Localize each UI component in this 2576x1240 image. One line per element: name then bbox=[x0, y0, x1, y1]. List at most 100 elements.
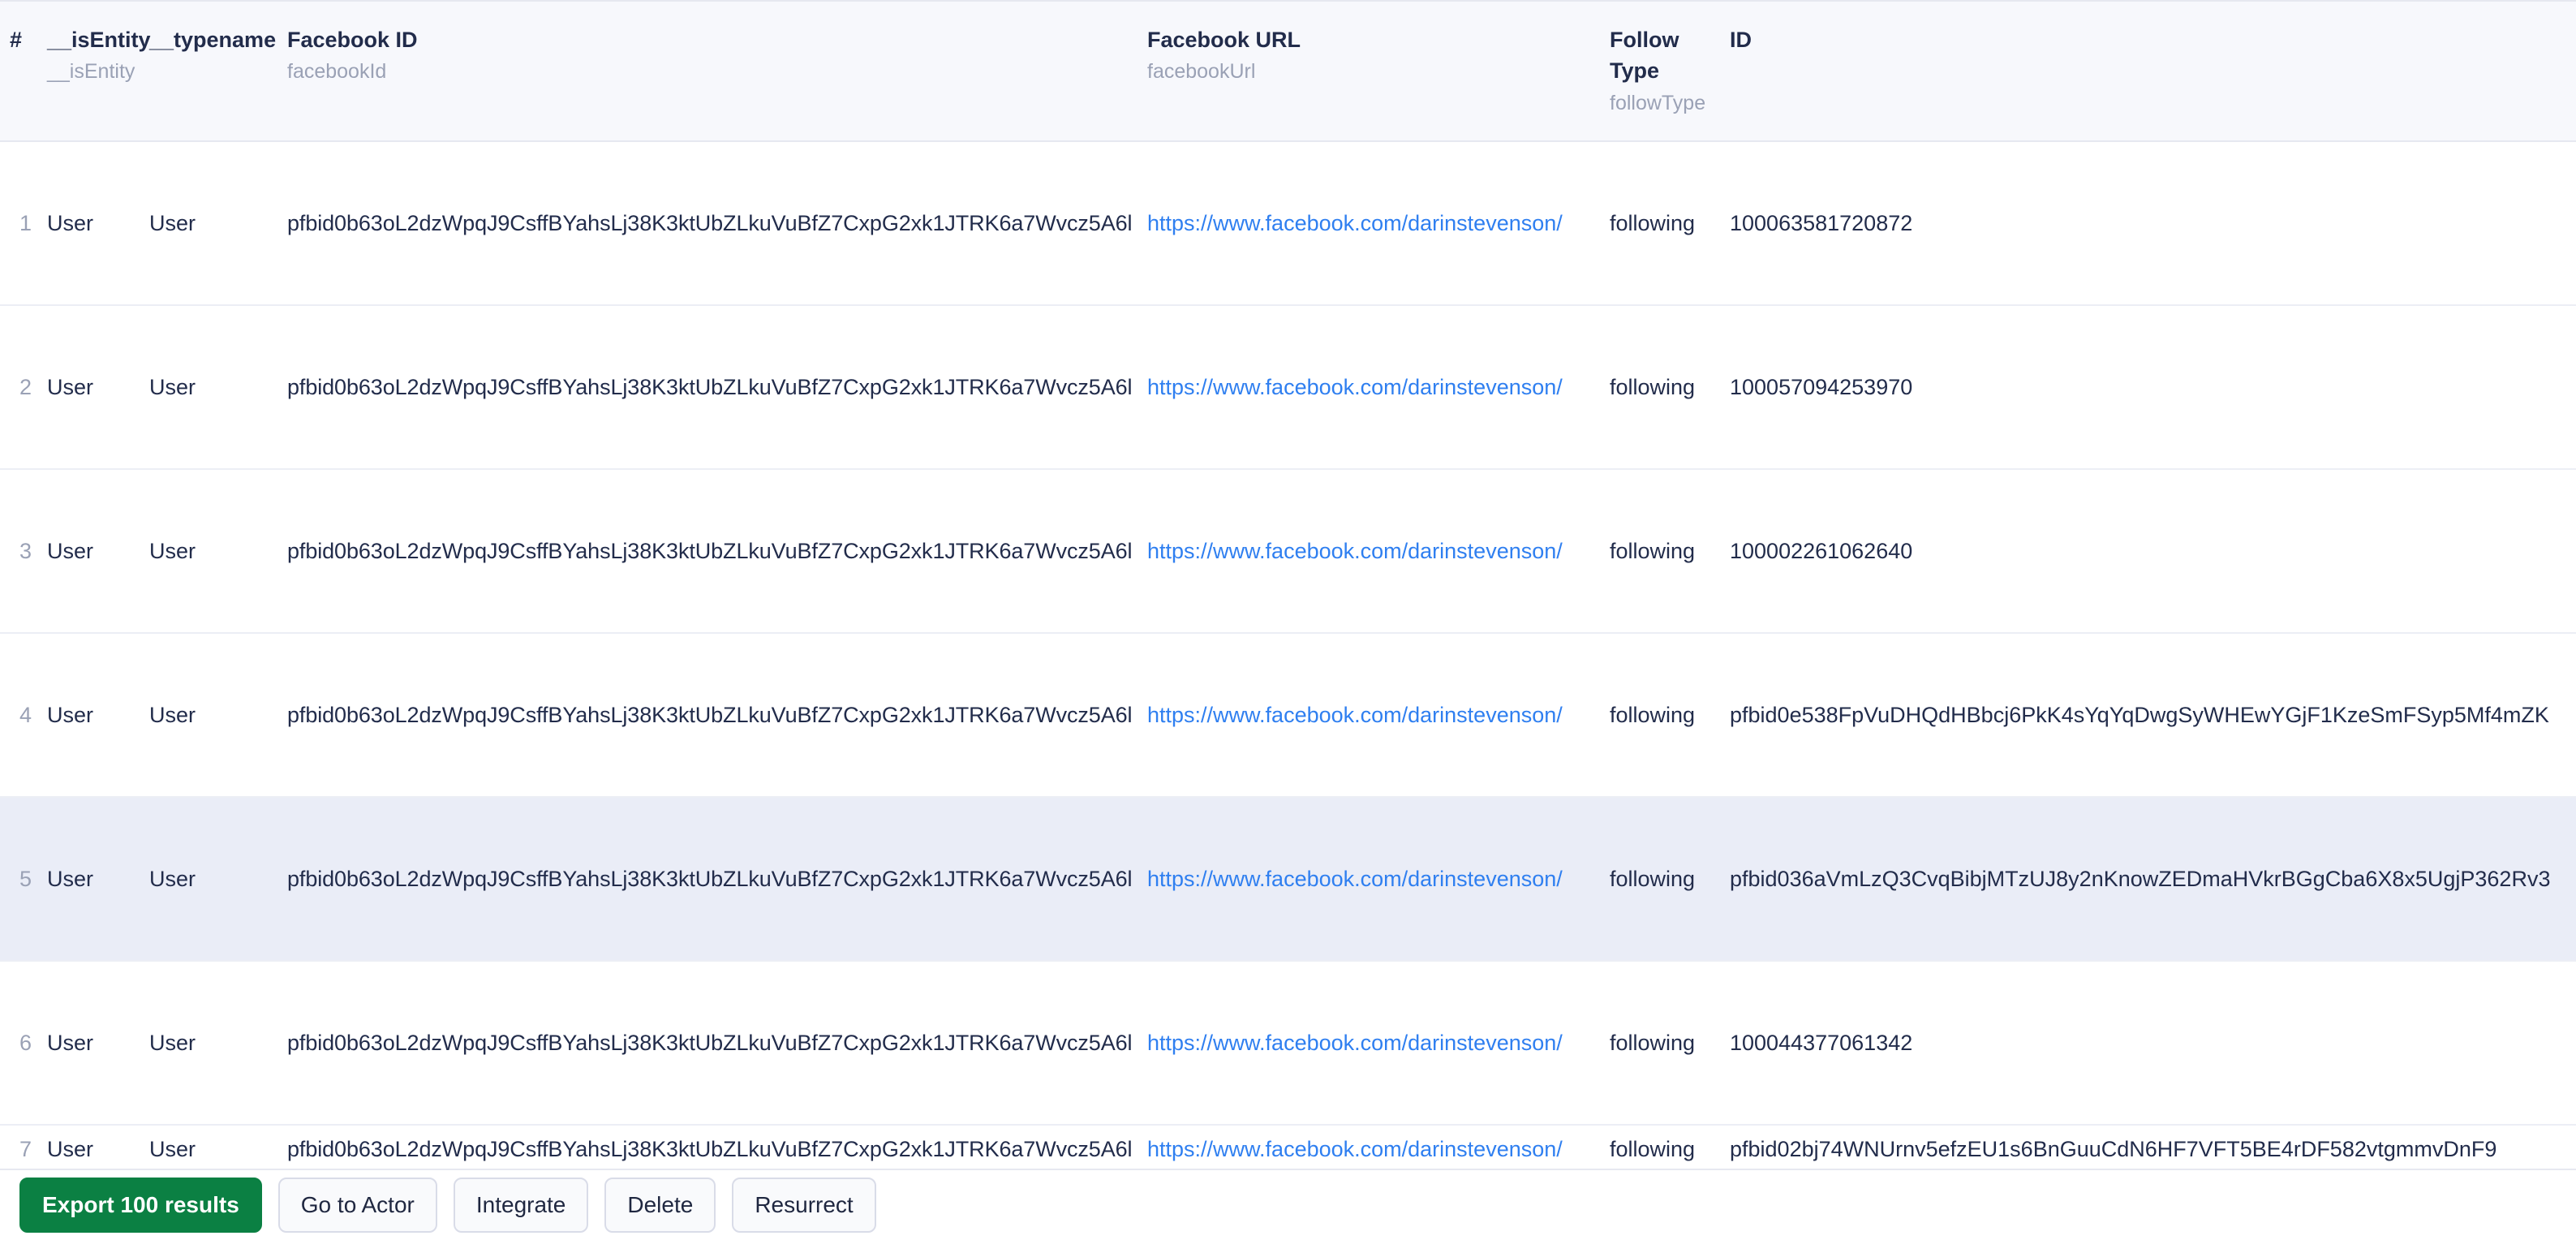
cell-id: 100063581720872 bbox=[1720, 141, 2576, 307]
column-header-facebook-url-field: facebookUrl bbox=[1147, 60, 1256, 84]
table-row[interactable]: 3 User User pfbid0b63oL2dzWpqJ9CsffBYahsLj3… bbox=[0, 469, 2576, 635]
actions-toolbar: Export 100 results Go to Actor Integrate De… bbox=[0, 1169, 2576, 1240]
results-table-page: # __isEntity __isEntity __typename Faceb… bbox=[0, 0, 2576, 1240]
cell-typename-text: User bbox=[149, 702, 196, 727]
cell-id-text: 100044377061342 bbox=[1730, 1030, 1913, 1055]
cell-index: 6 bbox=[0, 961, 37, 1126]
cell-facebook-id-text: pfbid0b63oL2dzWpqJ9CsffBYahsLj38K3ktUbZL… bbox=[287, 538, 1133, 563]
results-table-scroll-area[interactable]: # __isEntity __isEntity __typename Faceb… bbox=[0, 0, 2576, 1169]
column-header-id-label: ID bbox=[1730, 28, 1752, 52]
export-results-button[interactable]: Export 100 results bbox=[19, 1178, 262, 1233]
column-header-index[interactable]: # bbox=[0, 0, 37, 143]
cell-is-entity: User bbox=[37, 305, 140, 471]
cell-follow-type: following bbox=[1600, 797, 1720, 962]
column-header-is-entity[interactable]: __isEntity __isEntity bbox=[37, 0, 151, 143]
cell-index: 1 bbox=[0, 141, 37, 307]
facebook-url-link[interactable]: https://www.facebook.com/darinstevenson/ bbox=[1147, 375, 1563, 399]
cell-is-entity-text: User bbox=[47, 1136, 94, 1161]
integrate-button[interactable]: Integrate bbox=[453, 1178, 589, 1233]
column-header-follow-type[interactable]: Follow Type followType bbox=[1600, 0, 1720, 143]
cell-index-text: 7 bbox=[19, 1136, 32, 1161]
resurrect-button[interactable]: Resurrect bbox=[732, 1178, 876, 1233]
cell-typename: User bbox=[140, 797, 277, 962]
cell-follow-type: following bbox=[1600, 1125, 1720, 1169]
cell-is-entity: User bbox=[37, 1125, 140, 1169]
cell-is-entity: User bbox=[37, 797, 140, 962]
cell-typename-text: User bbox=[149, 1136, 196, 1161]
cell-index-text: 6 bbox=[19, 1030, 32, 1055]
cell-index: 4 bbox=[0, 633, 37, 799]
cell-is-entity-text: User bbox=[47, 702, 94, 727]
cell-is-entity: User bbox=[37, 469, 140, 635]
cell-facebook-id: pfbid0b63oL2dzWpqJ9CsffBYahsLj38K3ktUbZL… bbox=[277, 469, 1137, 635]
table-row[interactable]: 6 User User pfbid0b63oL2dzWpqJ9CsffBYahsLj3… bbox=[0, 961, 2576, 1126]
cell-facebook-id-text: pfbid0b63oL2dzWpqJ9CsffBYahsLj38K3ktUbZL… bbox=[287, 866, 1133, 891]
cell-is-entity-text: User bbox=[47, 1030, 94, 1055]
cell-follow-type: following bbox=[1600, 141, 1720, 307]
table-row[interactable]: 1 User User pfbid0b63oL2dzWpqJ9CsffBYahsLj3… bbox=[0, 141, 2576, 307]
cell-typename-text: User bbox=[149, 1030, 196, 1055]
cell-follow-type-text: following bbox=[1610, 866, 1696, 891]
cell-is-entity: User bbox=[37, 141, 140, 307]
column-header-follow-type-label: Follow Type bbox=[1610, 28, 1679, 84]
table-row[interactable]: 5 User User pfbid0b63oL2dzWpqJ9CsffBYahsLj3… bbox=[0, 797, 2576, 962]
facebook-url-link[interactable]: https://www.facebook.com/darinstevenson/ bbox=[1147, 539, 1563, 563]
cell-index-text: 4 bbox=[19, 702, 32, 727]
cell-follow-type-text: following bbox=[1610, 702, 1696, 727]
column-header-typename[interactable]: __typename bbox=[140, 0, 277, 143]
cell-follow-type: following bbox=[1600, 961, 1720, 1126]
cell-follow-type-text: following bbox=[1610, 1030, 1696, 1055]
column-header-index-label: # bbox=[10, 28, 23, 52]
cell-index-text: 1 bbox=[19, 210, 32, 235]
cell-id-text: 100057094253970 bbox=[1730, 374, 1913, 399]
cell-follow-type-text: following bbox=[1610, 1136, 1696, 1161]
cell-id: pfbid0e538FpVuDHQdHBbcj6PkK4sYqYqDwgSyWH… bbox=[1720, 633, 2576, 799]
table-row[interactable]: 2 User User pfbid0b63oL2dzWpqJ9CsffBYahsLj3… bbox=[0, 305, 2576, 471]
facebook-url-link[interactable]: https://www.facebook.com/darinstevenson/ bbox=[1147, 1031, 1563, 1055]
cell-id: 100002261062640 bbox=[1720, 469, 2576, 635]
table-row[interactable]: 4 User User pfbid0b63oL2dzWpqJ9CsffBYahsLj3… bbox=[0, 633, 2576, 799]
cell-facebook-url: https://www.facebook.com/darinstevenson/ bbox=[1137, 469, 1600, 635]
facebook-url-link[interactable]: https://www.facebook.com/darinstevenson/ bbox=[1147, 211, 1563, 235]
cell-typename: User bbox=[140, 961, 277, 1126]
cell-follow-type: following bbox=[1600, 305, 1720, 471]
cell-typename-text: User bbox=[149, 374, 196, 399]
go-to-actor-button[interactable]: Go to Actor bbox=[277, 1178, 437, 1233]
cell-is-entity-text: User bbox=[47, 866, 94, 891]
facebook-url-link[interactable]: https://www.facebook.com/darinstevenson/ bbox=[1147, 703, 1563, 727]
facebook-url-link[interactable]: https://www.facebook.com/darinstevenson/ bbox=[1147, 1137, 1563, 1161]
column-header-id[interactable]: ID bbox=[1720, 0, 2576, 143]
column-header-facebook-id[interactable]: Facebook ID facebookId bbox=[277, 0, 1137, 143]
column-header-facebook-id-label: Facebook ID bbox=[287, 28, 418, 52]
cell-id-text: pfbid0e538FpVuDHQdHBbcj6PkK4sYqYqDwgSyWH… bbox=[1730, 702, 2549, 727]
cell-index: 3 bbox=[0, 469, 37, 635]
cell-index: 5 bbox=[0, 797, 37, 962]
cell-typename: User bbox=[140, 305, 277, 471]
cell-typename-text: User bbox=[149, 210, 196, 235]
column-header-is-entity-field: __isEntity bbox=[47, 60, 135, 84]
cell-facebook-id-text: pfbid0b63oL2dzWpqJ9CsffBYahsLj38K3ktUbZL… bbox=[287, 210, 1133, 235]
column-header-facebook-url[interactable]: Facebook URL facebookUrl bbox=[1137, 0, 1600, 143]
cell-typename: User bbox=[140, 633, 277, 799]
cell-follow-type-text: following bbox=[1610, 210, 1696, 235]
cell-facebook-id-text: pfbid0b63oL2dzWpqJ9CsffBYahsLj38K3ktUbZL… bbox=[287, 702, 1133, 727]
cell-facebook-id: pfbid0b63oL2dzWpqJ9CsffBYahsLj38K3ktUbZL… bbox=[277, 1125, 1137, 1169]
cell-id: 100044377061342 bbox=[1720, 961, 2576, 1126]
table-row[interactable]: 7 User User pfbid0b63oL2dzWpqJ9CsffBYahsLj3… bbox=[0, 1125, 2576, 1169]
facebook-url-link[interactable]: https://www.facebook.com/darinstevenson/ bbox=[1147, 867, 1563, 891]
cell-follow-type-text: following bbox=[1610, 538, 1696, 563]
cell-is-entity-text: User bbox=[47, 210, 94, 235]
results-table: # __isEntity __isEntity __typename Faceb… bbox=[0, 0, 2576, 1169]
cell-is-entity: User bbox=[37, 633, 140, 799]
cell-is-entity: User bbox=[37, 961, 140, 1126]
cell-facebook-url: https://www.facebook.com/darinstevenson/ bbox=[1137, 141, 1600, 307]
table-body: 1 User User pfbid0b63oL2dzWpqJ9CsffBYahsLj3… bbox=[0, 141, 2576, 1169]
cell-facebook-url: https://www.facebook.com/darinstevenson/ bbox=[1137, 1125, 1600, 1169]
cell-typename: User bbox=[140, 141, 277, 307]
cell-facebook-id-text: pfbid0b63oL2dzWpqJ9CsffBYahsLj38K3ktUbZL… bbox=[287, 374, 1133, 399]
column-header-is-entity-label: __isEntity bbox=[47, 28, 151, 52]
cell-typename-text: User bbox=[149, 866, 196, 891]
delete-button[interactable]: Delete bbox=[604, 1178, 716, 1233]
cell-follow-type: following bbox=[1600, 469, 1720, 635]
table-header-row: # __isEntity __isEntity __typename Faceb… bbox=[0, 0, 2576, 143]
